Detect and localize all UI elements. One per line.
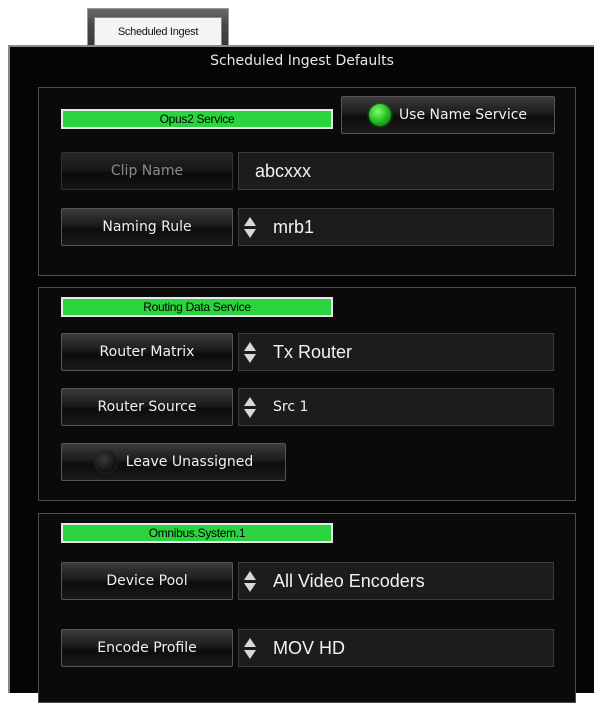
router-source-select[interactable]: Src 1 xyxy=(238,388,554,426)
device-group: Omnibus.System.1 Device Pool All Video E… xyxy=(38,513,576,703)
router-matrix-value: Tx Router xyxy=(273,341,353,362)
tab-scheduled-ingest[interactable]: Scheduled Ingest xyxy=(87,8,229,45)
opus2-service-indicator: Opus2 Service xyxy=(61,109,333,129)
omnibus-system-indicator: Omnibus.System.1 xyxy=(61,523,333,543)
router-matrix-select[interactable]: Tx Router xyxy=(238,333,554,371)
naming-rule-button[interactable]: Naming Rule xyxy=(61,208,233,246)
naming-rule-value: mrb1 xyxy=(273,216,315,237)
spinner-arrows-icon[interactable] xyxy=(241,630,259,666)
use-name-service-label: Use Name Service xyxy=(398,107,528,123)
spinner-arrows-icon[interactable] xyxy=(241,334,259,370)
encode-profile-label: Encode Profile xyxy=(97,640,197,656)
device-pool-label: Device Pool xyxy=(106,573,188,589)
device-pool-button[interactable]: Device Pool xyxy=(61,562,233,600)
led-off-icon xyxy=(93,450,118,474)
tab-label[interactable]: Scheduled Ingest xyxy=(94,17,222,45)
router-source-label: Router Source xyxy=(97,399,197,415)
router-source-value: Src 1 xyxy=(273,399,309,415)
naming-rule-select[interactable]: mrb1 xyxy=(238,208,554,246)
led-on-icon xyxy=(368,104,391,126)
scheduled-ingest-defaults-panel: Scheduled Ingest Defaults Opus2 Service … xyxy=(8,45,594,703)
router-matrix-button[interactable]: Router Matrix xyxy=(61,333,233,371)
spinner-arrows-icon[interactable] xyxy=(241,389,259,425)
naming-group: Opus2 Service Use Name Service Clip Name… xyxy=(38,87,576,276)
routing-data-service-indicator: Routing Data Service xyxy=(61,297,333,317)
device-pool-select[interactable]: All Video Encoders xyxy=(238,562,554,600)
router-source-button[interactable]: Router Source xyxy=(61,388,233,426)
encode-profile-select[interactable]: MOV HD xyxy=(238,629,554,667)
use-name-service-button[interactable]: Use Name Service xyxy=(341,96,555,134)
spinner-arrows-icon[interactable] xyxy=(241,563,259,599)
router-matrix-label: Router Matrix xyxy=(99,344,195,360)
clip-name-button: Clip Name xyxy=(61,152,233,190)
panel-title: Scheduled Ingest Defaults xyxy=(210,53,394,69)
encode-profile-button[interactable]: Encode Profile xyxy=(61,629,233,667)
spinner-arrows-icon[interactable] xyxy=(241,209,259,245)
device-pool-value: All Video Encoders xyxy=(273,570,425,591)
leave-unassigned-label: Leave Unassigned xyxy=(125,454,254,470)
naming-rule-label: Naming Rule xyxy=(102,219,192,235)
leave-unassigned-button[interactable]: Leave Unassigned xyxy=(61,443,286,481)
clip-name-label: Clip Name xyxy=(110,163,184,179)
encode-profile-value: MOV HD xyxy=(273,637,345,658)
clip-name-input[interactable]: abcxxx xyxy=(238,152,554,190)
routing-group: Routing Data Service Router Matrix Tx Ro… xyxy=(38,287,576,501)
